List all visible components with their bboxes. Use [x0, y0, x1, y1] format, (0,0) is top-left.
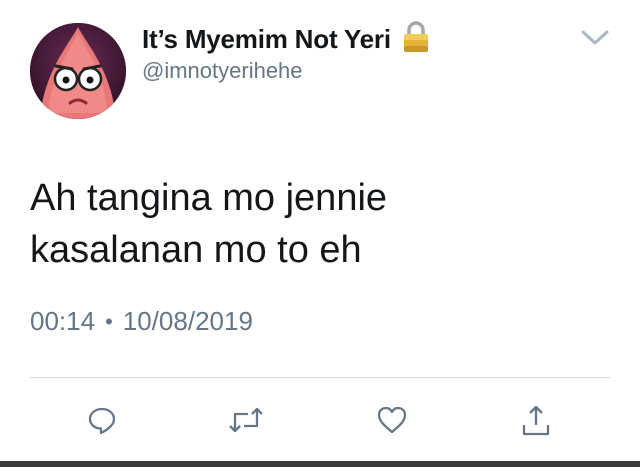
tweet-date: 10/08/2019	[122, 306, 253, 336]
tweet-time: 00:14	[30, 306, 96, 336]
tweet-text-line: kasalanan mo to eh	[30, 229, 362, 271]
avatar[interactable]	[30, 23, 126, 119]
share-icon	[520, 403, 552, 437]
divider	[30, 377, 610, 378]
retweet-button[interactable]	[224, 398, 268, 442]
tweet-card: It’s Myemim Not Yeri @imnotyerihehe Ah t…	[0, 0, 640, 467]
retweet-icon	[228, 405, 264, 435]
action-bar	[0, 398, 640, 442]
tweet-meta: 00:14 • 10/08/2019	[30, 306, 253, 337]
username[interactable]: @imnotyerihehe	[142, 58, 303, 84]
tweet-text: Ah tangina mo jennie kasalanan mo to eh	[30, 172, 610, 276]
like-icon	[376, 405, 408, 435]
chevron-down-icon[interactable]	[580, 28, 610, 53]
lock-icon	[401, 20, 431, 59]
bottom-edge	[0, 461, 640, 467]
tweet-text-line: Ah tangina mo jennie	[30, 177, 388, 219]
display-name-row: It’s Myemim Not Yeri	[142, 20, 431, 59]
reply-button[interactable]	[80, 398, 124, 442]
display-name[interactable]: It’s Myemim Not Yeri	[142, 24, 391, 55]
meta-separator: •	[105, 308, 113, 334]
reply-icon	[86, 404, 118, 436]
share-button[interactable]	[514, 398, 558, 442]
like-button[interactable]	[370, 398, 414, 442]
